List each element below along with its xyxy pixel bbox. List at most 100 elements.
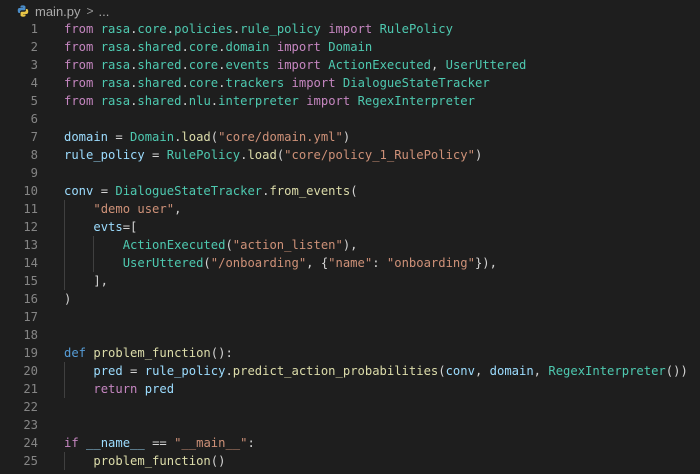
code-token: ): [342, 130, 351, 144]
code-token: "name": [328, 256, 373, 270]
code-line[interactable]: 9: [0, 164, 700, 182]
code-line[interactable]: 3 from rasa.shared.core.events import Act…: [0, 56, 700, 74]
code-token: rasa: [100, 40, 131, 54]
code-token: ,: [174, 202, 182, 216]
code-line[interactable]: 7 domain = Domain.load("core/domain.yml"): [0, 128, 700, 146]
code-token: from: [64, 94, 94, 108]
line-number: 4: [30, 76, 38, 90]
code-token: domain: [225, 40, 270, 54]
line-number: 6: [30, 112, 38, 126]
code-line[interactable]: 5 from rasa.shared.nlu.interpreter import…: [0, 92, 700, 110]
code-text: UserUttered("/onboarding", {"name": "onb…: [64, 254, 497, 272]
code-line[interactable]: 4 from rasa.shared.core.trackers import D…: [0, 74, 700, 92]
code-line[interactable]: 10 conv = DialogueStateTracker.from_event…: [0, 182, 700, 200]
code-text: rule_policy = RulePolicy.load("core/poli…: [64, 146, 482, 164]
code-line[interactable]: 20 pred = rule_policy.predict_action_pro…: [0, 362, 700, 380]
code-token: events: [225, 58, 270, 72]
code-token: rasa: [100, 76, 131, 90]
code-line[interactable]: 14 UserUttered("/onboarding", {"name": "…: [0, 254, 700, 272]
line-number: 11: [23, 202, 38, 216]
code-token: "action_listen": [232, 238, 343, 252]
code-line[interactable]: 16): [0, 290, 700, 308]
code-token: rasa: [100, 22, 131, 36]
code-editor[interactable]: 1 from rasa.core.policies.rule_policy imp…: [0, 20, 700, 470]
code-text: from rasa.shared.core.domain import Doma…: [64, 38, 372, 56]
code-token: rule_policy: [240, 22, 321, 36]
code-line[interactable]: 8 rule_policy = RulePolicy.load("core/pol…: [0, 146, 700, 164]
code-text: from rasa.shared.nlu.interpreter import …: [64, 92, 475, 110]
breadcrumb: main.py > ...: [0, 0, 700, 22]
code-line[interactable]: 24 if __name__ == "__main__":: [0, 434, 700, 452]
code-token: Domain: [328, 40, 373, 54]
line-number: 7: [30, 130, 38, 144]
code-token: =: [144, 148, 167, 162]
code-token: import: [306, 94, 351, 108]
code-token: ,: [533, 364, 549, 378]
code-token: Domain: [130, 130, 175, 144]
code-token: =: [108, 130, 131, 144]
code-token: (: [225, 238, 233, 252]
line-number: 25: [23, 454, 38, 468]
code-token: shared: [137, 58, 182, 72]
python-file-icon: [17, 5, 29, 17]
code-line[interactable]: 11 "demo user",: [0, 200, 700, 218]
code-line[interactable]: 15 ],: [0, 272, 700, 290]
code-token: (: [438, 364, 446, 378]
code-line[interactable]: 19 def problem_function():: [0, 344, 700, 362]
code-line[interactable]: 1 from rasa.core.policies.rule_policy imp…: [0, 20, 700, 38]
code-token: RegexInterpreter: [548, 364, 666, 378]
code-line[interactable]: 13 ActionExecuted("action_listen"),: [0, 236, 700, 254]
code-line[interactable]: 23: [0, 416, 700, 434]
line-number: 12: [23, 220, 38, 234]
line-number: 22: [23, 400, 38, 414]
code-token: rule_policy: [144, 364, 226, 378]
code-text: domain = Domain.load("core/domain.yml"): [64, 128, 350, 146]
code-token: conv: [64, 184, 94, 198]
breadcrumb-ellipsis[interactable]: ...: [99, 4, 110, 19]
code-token: load: [247, 148, 277, 162]
line-number: 20: [23, 364, 38, 378]
code-line[interactable]: 2 from rasa.shared.core.domain import Dom…: [0, 38, 700, 56]
code-line[interactable]: 17: [0, 308, 700, 326]
code-token: def: [64, 346, 87, 360]
code-token: UserUttered: [445, 58, 527, 72]
code-line[interactable]: 25 problem_function(): [0, 452, 700, 470]
code-line[interactable]: 12 evts=[: [0, 218, 700, 236]
code-token: pred: [144, 382, 175, 396]
code-token: evts: [93, 220, 123, 234]
code-token: rasa: [100, 94, 131, 108]
breadcrumb-file-name[interactable]: main.py: [35, 4, 81, 19]
code-token: problem_function: [93, 454, 211, 468]
code-token: ,: [430, 58, 446, 72]
code-text: evts=[: [64, 218, 137, 236]
code-token: =: [122, 364, 145, 378]
code-token: UserUttered: [122, 256, 204, 270]
code-token: RulePolicy: [379, 22, 453, 36]
code-token: ==: [144, 436, 175, 450]
code-token: return: [93, 382, 138, 396]
line-number: 13: [23, 238, 38, 252]
code-token: "core/domain.yml": [218, 130, 343, 144]
code-token: "core/policy_1_RulePolicy": [284, 148, 475, 162]
line-number: 17: [23, 310, 38, 324]
code-token: if: [64, 436, 79, 450]
code-text: return pred: [64, 380, 174, 398]
line-number: 2: [30, 40, 38, 54]
code-token: import: [276, 58, 321, 72]
code-line[interactable]: 18: [0, 326, 700, 344]
code-token: from: [64, 58, 94, 72]
code-line[interactable]: 22: [0, 398, 700, 416]
code-token: from_events: [269, 184, 351, 198]
code-line[interactable]: 6: [0, 110, 700, 128]
code-token: ,: [474, 364, 490, 378]
code-line[interactable]: 21 return pred: [0, 380, 700, 398]
